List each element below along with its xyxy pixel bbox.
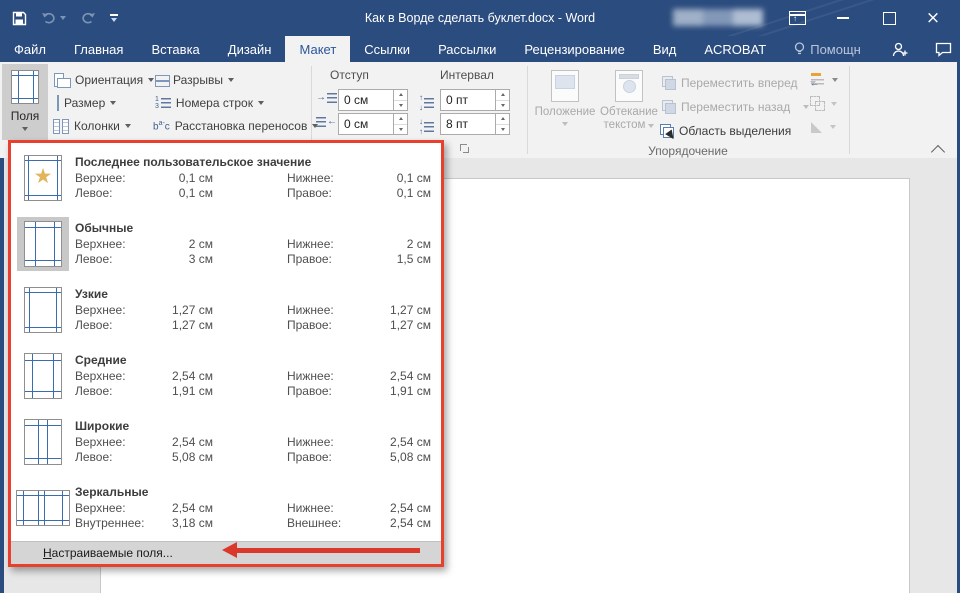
tab-references[interactable]: Ссылки: [350, 36, 424, 62]
size-icon: [53, 96, 59, 110]
margin-preset-normal-icon: [24, 221, 62, 267]
hyphenation-icon: ba-c: [153, 119, 170, 132]
columns-icon: [53, 119, 69, 134]
space-after-field[interactable]: 8 пт: [440, 113, 510, 135]
tab-tell-me[interactable]: Помощн: [780, 36, 875, 62]
tab-insert[interactable]: Вставка: [137, 36, 213, 62]
redo-icon: [80, 11, 96, 25]
indent-right-field[interactable]: 0 см: [338, 113, 408, 135]
breaks-button[interactable]: Разрывы: [155, 69, 234, 91]
line-numbers-icon: 13: [155, 96, 171, 110]
comment-icon[interactable]: [935, 42, 952, 57]
tab-design[interactable]: Дизайн: [214, 36, 286, 62]
indent-group-label: Отступ: [330, 68, 369, 82]
margins-dropdown-arrow: [22, 127, 28, 131]
collapse-ribbon-icon[interactable]: [931, 145, 945, 159]
star-icon: ★: [25, 164, 61, 188]
titlebar: Как в Ворде сделать буклет.docx - Word ×: [0, 0, 960, 36]
rotate-icon: [810, 120, 824, 134]
group-objects-icon: [810, 96, 825, 111]
space-before-stepper[interactable]: [495, 90, 509, 110]
position-button: Положение: [534, 70, 596, 126]
margin-preset-mirrored-icon: [16, 490, 70, 526]
wrap-text-button: Обтекание текстом: [600, 70, 658, 132]
margin-preset-moderate-icon: [24, 353, 62, 399]
orientation-button[interactable]: Ориентация: [53, 69, 154, 91]
indent-left-field[interactable]: 0 см: [338, 89, 408, 111]
size-button[interactable]: Размер: [53, 92, 116, 114]
annotation-arrow: [222, 542, 420, 559]
margin-preset-normal[interactable]: Обычные Верхнее:2 смНижнее:2 см Левое:3 …: [11, 211, 441, 277]
undo-icon: [41, 11, 66, 25]
selected-preset-highlight: [17, 217, 69, 271]
spacing-group-label: Интервал: [440, 68, 494, 82]
space-after-stepper[interactable]: [495, 114, 509, 134]
bring-forward-button: Переместить вперед: [662, 72, 816, 94]
indent-left-icon: →: [316, 93, 337, 103]
margins-button[interactable]: Поля: [2, 64, 48, 140]
send-backward-button: Переместить назад: [662, 96, 809, 118]
save-icon[interactable]: [12, 11, 27, 26]
ribbon-tab-bar: Файл Главная Вставка Дизайн Макет Ссылки…: [0, 36, 960, 62]
tab-mailings[interactable]: Рассылки: [424, 36, 510, 62]
margin-preset-wide-icon: [24, 419, 62, 465]
margins-dropdown: ★ Последнее пользовательское значение Ве…: [8, 140, 444, 567]
line-numbers-button[interactable]: 13 Номера строк: [155, 92, 264, 114]
indent-right-stepper[interactable]: [393, 114, 407, 134]
selection-pane-icon: [660, 124, 674, 138]
group-button: [810, 96, 837, 111]
send-backward-icon: [662, 100, 676, 114]
margin-preset-moderate[interactable]: Средние Верхнее:2,54 смНижнее:2,54 см Ле…: [11, 343, 441, 409]
bring-forward-icon: [662, 76, 676, 90]
space-after-icon: ↓↑: [419, 117, 434, 137]
margin-preset-narrow[interactable]: Узкие Верхнее:1,27 смНижнее:1,27 см Лево…: [11, 277, 441, 343]
breaks-icon: [155, 74, 168, 87]
wrap-text-icon: [615, 70, 643, 102]
word-window: Как в Ворде сделать буклет.docx - Word ×…: [0, 0, 960, 593]
tab-acrobat[interactable]: ACROBAT: [690, 36, 780, 62]
margin-preset-last-custom[interactable]: ★ Последнее пользовательское значение Ве…: [11, 145, 441, 211]
tab-file[interactable]: Файл: [0, 36, 60, 62]
margin-preset-narrow-icon: [24, 287, 62, 333]
columns-button[interactable]: Колонки: [53, 115, 131, 137]
share-person-icon[interactable]: [892, 42, 909, 57]
margin-preset-mirrored[interactable]: Зеркальные Верхнее:2,54 смНижнее:2,54 см…: [11, 475, 441, 541]
tab-view[interactable]: Вид: [639, 36, 691, 62]
quick-access-toolbar: [12, 0, 118, 36]
customize-quick-access-icon[interactable]: [110, 14, 118, 22]
lightbulb-icon: [794, 42, 805, 57]
undo-dropdown-arrow: [60, 16, 66, 20]
arrange-group-label: Упорядочение: [640, 144, 736, 158]
position-icon: [551, 70, 579, 102]
close-icon[interactable]: ×: [916, 0, 950, 36]
margins-icon: [11, 70, 39, 104]
tab-home[interactable]: Главная: [60, 36, 137, 62]
space-before-field[interactable]: 0 пт: [440, 89, 510, 111]
window-title: Как в Ворде сделать буклет.docx - Word: [365, 0, 595, 36]
group-separator: [849, 66, 850, 154]
align-button[interactable]: ←: [810, 72, 838, 88]
align-icon: ←: [810, 72, 826, 88]
tab-layout[interactable]: Макет: [285, 36, 350, 62]
indent-right-icon: ←: [316, 117, 337, 127]
margin-preset-wide[interactable]: Широкие Верхнее:2,54 смНижнее:2,54 см Ле…: [11, 409, 441, 475]
hyphenation-button[interactable]: ba-c Расстановка переносов: [153, 115, 318, 137]
indent-left-stepper[interactable]: [393, 90, 407, 110]
minimize-icon[interactable]: [826, 0, 860, 36]
rotate-button: [810, 120, 836, 134]
margin-preset-last-custom-icon: ★: [24, 155, 62, 201]
tabrow-right-icons: [892, 36, 952, 62]
tab-review[interactable]: Рецензирование: [510, 36, 638, 62]
window-border-left: [0, 158, 4, 593]
paragraph-dialog-launcher-icon[interactable]: [460, 144, 469, 153]
user-account-blurred: [673, 9, 763, 26]
margins-preset-list: ★ Последнее пользовательское значение Ве…: [11, 145, 441, 541]
group-separator: [527, 66, 528, 154]
selection-pane-button[interactable]: Область выделения: [660, 120, 791, 142]
space-before-icon: ↑↓: [419, 93, 434, 113]
orientation-icon: [53, 73, 70, 87]
ribbon-display-options-icon[interactable]: [780, 0, 814, 36]
maximize-icon[interactable]: [872, 0, 906, 36]
